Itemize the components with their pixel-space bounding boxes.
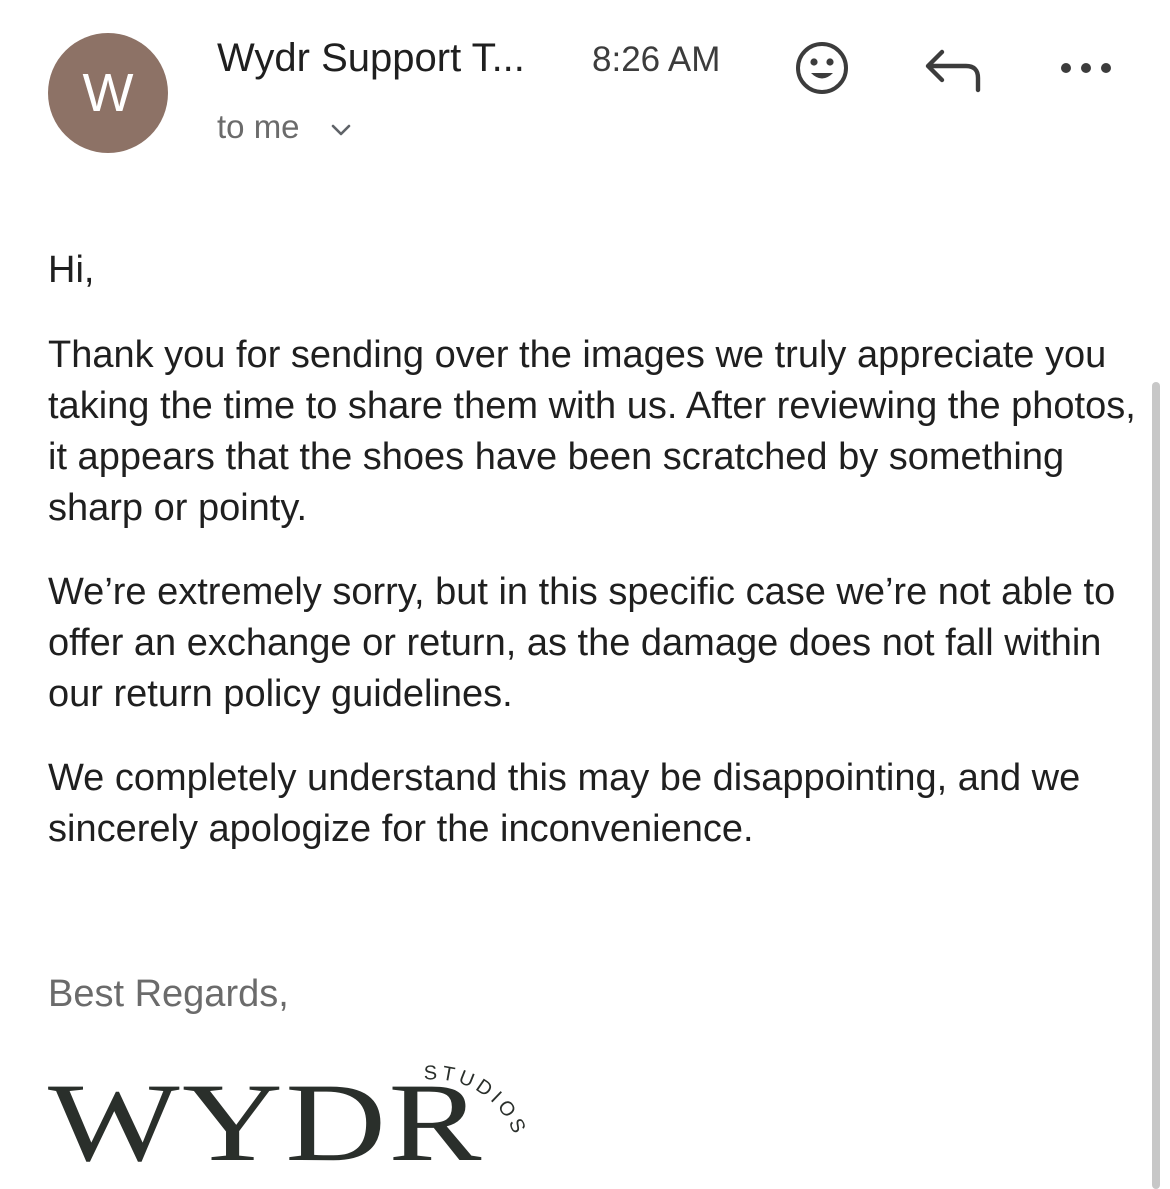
signoff: Best Regards,: [48, 973, 289, 1015]
more-horizontal-icon[interactable]: [1058, 58, 1114, 78]
avatar-letter: W: [82, 63, 134, 123]
recipient-details-toggle[interactable]: to me: [217, 108, 352, 146]
reply-arrow-icon[interactable]: [922, 44, 986, 96]
sender-avatar[interactable]: W: [48, 33, 168, 153]
email-header: W Wydr Support T... 8:26 AM to me: [0, 0, 1170, 200]
logo-wordmark: WYDR: [48, 1061, 484, 1180]
wydr-studios-logo: WYDR STUDIOS: [48, 1061, 527, 1180]
body-paragraph: We completely understand this may be dis…: [48, 757, 1081, 850]
recipient-label: to me: [217, 108, 300, 145]
sender-name[interactable]: Wydr Support T...: [217, 36, 525, 81]
body-paragraph: We’re extremely sorry, but in this speci…: [48, 571, 1116, 715]
email-body: Hi, Thank you for sending over the image…: [48, 245, 1138, 888]
scrollbar[interactable]: [1152, 382, 1160, 1189]
smiley-face-icon[interactable]: [794, 40, 850, 96]
email-time: 8:26 AM: [592, 40, 721, 79]
greeting: Hi,: [48, 249, 95, 291]
body-paragraph: Thank you for sending over the images we…: [48, 334, 1136, 529]
chevron-down-icon[interactable]: [330, 123, 352, 137]
